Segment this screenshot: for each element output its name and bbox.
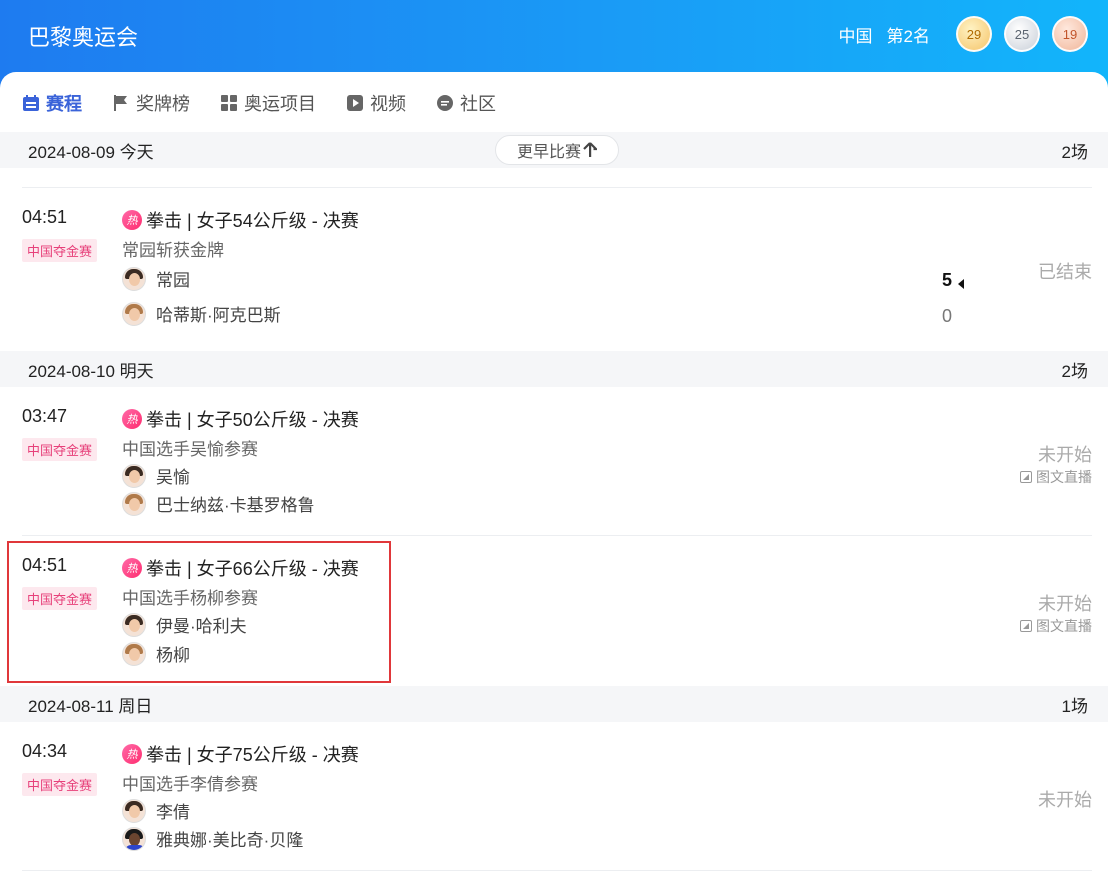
match-count: 1场 bbox=[1061, 696, 1088, 716]
grid-icon bbox=[220, 94, 238, 112]
match-time: 04:51 bbox=[22, 207, 68, 227]
tab-video[interactable]: 视频 bbox=[346, 90, 406, 116]
selection-highlight bbox=[7, 541, 391, 683]
player-score: 5 bbox=[942, 270, 953, 290]
match-title: 热 拳击 | 女子75公斤级 - 决赛 bbox=[122, 741, 359, 767]
divider bbox=[22, 870, 1092, 871]
avatar bbox=[122, 266, 146, 291]
nav-tabs: 赛程 奖牌榜 奥运项目 视频 社区 bbox=[22, 90, 526, 116]
player-row: 巴士纳兹·卡基罗格鲁 bbox=[122, 491, 315, 516]
player-row: 吴愉 bbox=[122, 463, 190, 488]
player-name: 雅典娜·美比奇·贝隆 bbox=[156, 831, 304, 850]
match-title-text: 拳击 | 女子50公斤级 - 决赛 bbox=[146, 410, 359, 430]
hot-icon: 热 bbox=[122, 744, 142, 764]
player-score: 0 bbox=[942, 306, 953, 326]
player-row: 李倩 bbox=[122, 798, 190, 823]
tab-label: 赛程 bbox=[46, 94, 82, 114]
avatar bbox=[122, 826, 146, 851]
date-header: 2024-08-11 周日 1场 bbox=[0, 686, 1108, 722]
winner-marker-icon bbox=[958, 276, 964, 294]
calendar-icon bbox=[22, 94, 40, 112]
match-status: 未开始 bbox=[1038, 594, 1092, 614]
player-name: 哈蒂斯·阿克巴斯 bbox=[156, 306, 281, 325]
player-name: 李倩 bbox=[156, 803, 190, 822]
date-label: 2024-08-10 明天 bbox=[28, 361, 154, 381]
avatar bbox=[122, 491, 146, 516]
arrow-up-icon bbox=[583, 142, 597, 158]
match-title-text: 拳击 | 女子75公斤级 - 决赛 bbox=[146, 745, 359, 765]
china-gold-tag: 中国夺金赛 bbox=[22, 773, 98, 796]
china-gold-tag: 中国夺金赛 bbox=[22, 438, 98, 461]
match-status: 未开始 bbox=[1038, 790, 1092, 810]
chat-icon bbox=[436, 94, 454, 112]
tab-label: 视频 bbox=[370, 94, 406, 114]
live-text-label: 图文直播 bbox=[1036, 618, 1092, 634]
live-text-link[interactable]: 图文直播 bbox=[1020, 616, 1092, 636]
earlier-matches-button[interactable]: 更早比赛 bbox=[495, 135, 619, 165]
bronze-medal-count: 19 bbox=[1052, 16, 1088, 52]
live-text-icon bbox=[1020, 620, 1032, 632]
match-subtitle: 常园斩获金牌 bbox=[122, 241, 224, 260]
medal-summary[interactable]: 中国 第2名 29 25 19 bbox=[839, 16, 1088, 52]
player-row: 雅典娜·美比奇·贝隆 bbox=[122, 826, 303, 851]
match-title: 热 拳击 | 女子54公斤级 - 决赛 bbox=[122, 207, 359, 233]
match-time: 04:34 bbox=[22, 741, 68, 761]
live-text-icon bbox=[1020, 471, 1032, 483]
match-status: 已结束 bbox=[1038, 262, 1092, 282]
live-text-label: 图文直播 bbox=[1036, 469, 1092, 485]
tab-schedule[interactable]: 赛程 bbox=[22, 90, 82, 116]
date-label: 2024-08-09 今天 bbox=[28, 142, 154, 162]
tab-label: 奖牌榜 bbox=[136, 94, 190, 114]
tab-medal-table[interactable]: 奖牌榜 bbox=[112, 90, 190, 116]
flag-icon bbox=[112, 94, 130, 112]
avatar bbox=[122, 798, 146, 823]
hot-icon: 热 bbox=[122, 210, 142, 230]
country-rank: 第2名 bbox=[886, 26, 930, 46]
player-row: 哈蒂斯·阿克巴斯 bbox=[122, 301, 281, 326]
player-name: 常园 bbox=[156, 271, 190, 290]
match-card[interactable]: 03:47 中国夺金赛 热 拳击 | 女子50公斤级 - 决赛 中国选手吴愉参赛… bbox=[0, 387, 1108, 535]
player-name: 巴士纳兹·卡基罗格鲁 bbox=[156, 496, 315, 515]
tab-olympic-events[interactable]: 奥运项目 bbox=[220, 90, 316, 116]
date-label: 2024-08-11 周日 bbox=[28, 696, 153, 716]
match-subtitle: 中国选手李倩参赛 bbox=[122, 775, 258, 794]
tab-label: 社区 bbox=[460, 94, 496, 114]
match-title-text: 拳击 | 女子54公斤级 - 决赛 bbox=[146, 211, 359, 231]
match-card[interactable]: 04:34 中国夺金赛 热 拳击 | 女子75公斤级 - 决赛 中国选手李倩参赛… bbox=[0, 722, 1108, 872]
china-gold-tag: 中国夺金赛 bbox=[22, 239, 98, 262]
app-title: 巴黎奥运会 bbox=[28, 25, 139, 50]
silver-medal-count: 25 bbox=[1004, 16, 1040, 52]
match-title: 热 拳击 | 女子50公斤级 - 决赛 bbox=[122, 406, 359, 432]
match-subtitle: 中国选手吴愉参赛 bbox=[122, 440, 258, 459]
play-icon bbox=[346, 94, 364, 112]
player-row: 常园 bbox=[122, 266, 190, 291]
country-name: 中国 bbox=[838, 26, 873, 46]
avatar bbox=[122, 463, 146, 488]
match-time: 03:47 bbox=[22, 406, 68, 426]
hot-icon: 热 bbox=[122, 409, 142, 429]
date-header: 2024-08-10 明天 2场 bbox=[0, 351, 1108, 387]
match-count: 2场 bbox=[1061, 142, 1088, 162]
date-header: 2024-08-09 今天 更早比赛 2场 bbox=[0, 132, 1108, 168]
live-text-link[interactable]: 图文直播 bbox=[1020, 467, 1092, 487]
gold-medal-count: 29 bbox=[956, 16, 992, 52]
avatar bbox=[122, 301, 146, 326]
match-card[interactable]: 04:51 中国夺金赛 热 拳击 | 女子54公斤级 - 决赛 常园斩获金牌 常… bbox=[0, 188, 1108, 350]
match-status: 未开始 bbox=[1038, 445, 1092, 465]
player-name: 吴愉 bbox=[156, 468, 190, 487]
tab-community[interactable]: 社区 bbox=[436, 90, 496, 116]
match-count: 2场 bbox=[1061, 361, 1088, 381]
earlier-matches-label: 更早比赛 bbox=[516, 144, 581, 161]
tab-label: 奥运项目 bbox=[244, 94, 316, 114]
